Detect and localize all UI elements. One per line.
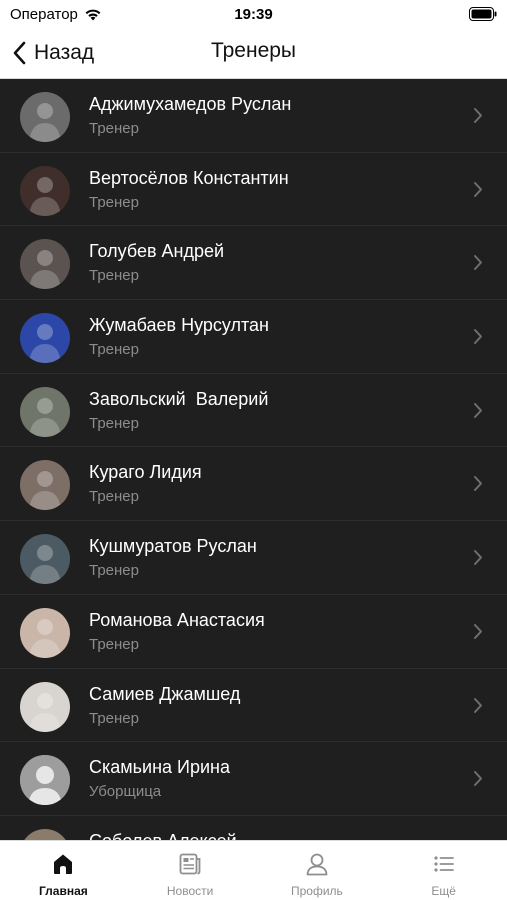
trainer-name: Завольский Валерий — [89, 388, 269, 409]
avatar — [20, 386, 70, 437]
avatar — [20, 681, 70, 732]
tab-more-label: Ещё — [431, 884, 456, 898]
chevron-right-icon — [474, 476, 482, 492]
trainer-list: Аджимухамедов Руслан Тренер Вертосёлов Кон… — [0, 79, 507, 840]
trainer-row[interactable]: Соболев АлексейТренер — [0, 816, 507, 840]
navigation-bar: Назад Тренеры — [0, 30, 507, 79]
avatar — [20, 460, 70, 511]
trainer-name: Романова Анастасия — [89, 609, 265, 630]
photo-placeholder-icon — [29, 250, 61, 290]
trainer-name: Голубев Андрей — [89, 241, 225, 262]
avatar — [20, 755, 70, 806]
chevron-right-icon — [474, 771, 482, 787]
trainer-role: Тренер — [89, 488, 139, 506]
chevron-right-icon — [474, 550, 482, 566]
trainer-row[interactable]: Самиев Джамшед Тренер — [0, 669, 507, 743]
trainer-row[interactable]: Романова Анастасия Тренер — [0, 595, 507, 669]
trainer-role: Тренер — [89, 193, 139, 211]
battery-icon — [469, 7, 497, 21]
photo-placeholder-icon — [29, 176, 61, 216]
photo-placeholder-icon — [29, 618, 61, 658]
back-button[interactable]: Назад — [12, 38, 94, 68]
trainer-role: Уборщица — [89, 783, 162, 801]
tab-more[interactable]: Ещё — [380, 841, 507, 900]
trainer-role: Тренер — [89, 267, 139, 285]
trainer-role: Тренер — [89, 635, 139, 653]
tab-news-label: Новости — [166, 884, 214, 898]
trainer-row[interactable]: Скамьина Ирина Уборщица — [0, 742, 507, 816]
trainer-name: Самиев Джамшед — [89, 683, 241, 704]
tab-home-label: Главная — [38, 884, 88, 898]
trainer-name: Жумабаев Нурсултан — [89, 315, 269, 336]
trainer-role: Тренер — [89, 562, 139, 580]
chevron-right-icon — [474, 329, 482, 345]
avatar — [20, 607, 70, 658]
trainer-row[interactable]: Аджимухамедов Руслан Тренер — [0, 79, 507, 153]
trainer-name: Скамьина Ирина — [89, 757, 230, 778]
photo-placeholder-icon — [29, 103, 61, 142]
avatar — [20, 239, 70, 290]
tab-profile[interactable]: Профиль — [254, 841, 381, 900]
trainer-name: Кушмуратов Руслан — [89, 536, 257, 557]
profile-icon — [306, 853, 328, 876]
photo-placeholder-icon — [29, 397, 61, 437]
chevron-right-icon — [474, 697, 482, 713]
trainer-row[interactable]: Голубев Андрей Тренер — [0, 226, 507, 301]
chevron-right-icon — [474, 181, 482, 197]
chevron-left-icon — [13, 41, 26, 65]
photo-placeholder-icon — [29, 692, 61, 732]
trainer-row[interactable]: Жумабаев Нурсултан Тренер — [0, 300, 507, 374]
trainer-row[interactable]: Завольский Валерий Тренер — [0, 374, 507, 448]
trainer-name: Кураго Лидия — [89, 462, 202, 483]
photo-placeholder-icon — [29, 324, 61, 364]
chevron-right-icon — [474, 623, 482, 639]
avatar — [20, 828, 70, 840]
photo-placeholder-icon — [43, 839, 47, 840]
trainer-role: Тренер — [89, 341, 139, 359]
trainer-role: Тренер — [89, 709, 139, 727]
avatar — [20, 313, 70, 364]
trainer-row[interactable]: Вертосёлов Константин Тренер — [0, 153, 507, 227]
home-icon — [54, 854, 73, 874]
trainer-row[interactable]: Кураго Лидия Тренер — [0, 447, 507, 522]
status-bar: Оператор 19:39 — [0, 0, 507, 30]
news-icon — [179, 853, 201, 875]
trainer-role: Тренер — [89, 414, 139, 432]
back-label: Назад — [34, 41, 95, 64]
tab-profile-label: Профиль — [290, 884, 343, 898]
trainer-role: Тренер — [89, 120, 139, 137]
chevron-right-icon — [474, 255, 482, 271]
avatar — [20, 165, 70, 216]
tab-news[interactable]: Новости — [127, 841, 254, 900]
trainer-name: Соболев Алексей — [89, 831, 237, 840]
photo-placeholder-icon — [29, 471, 61, 511]
chevron-right-icon — [474, 402, 482, 418]
trainer-name: Аджимухамедов Руслан — [89, 94, 292, 114]
tab-bar: Главная Новости Профиль Ещё — [0, 840, 507, 900]
chevron-right-icon — [474, 108, 482, 123]
photo-placeholder-icon — [29, 545, 61, 585]
person-placeholder-icon — [20, 755, 70, 806]
clock: 19:39 — [234, 6, 273, 23]
avatar — [20, 534, 70, 585]
tab-home[interactable]: Главная — [0, 841, 127, 900]
avatar — [20, 92, 70, 142]
more-list-icon — [434, 856, 454, 872]
trainer-row[interactable]: Кушмуратов Руслан Тренер — [0, 521, 507, 595]
trainer-name: Вертосёлов Константин — [89, 167, 289, 188]
